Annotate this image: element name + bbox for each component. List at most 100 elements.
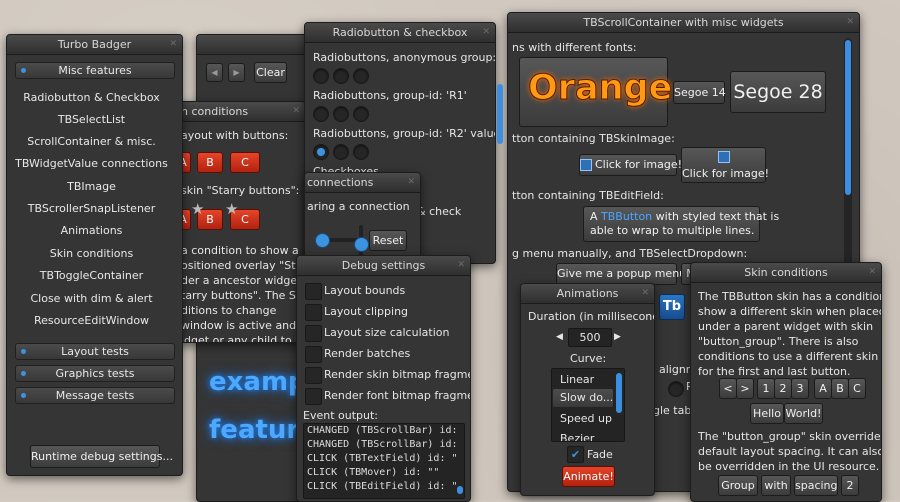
radio-r1-2[interactable]: [333, 106, 349, 122]
radio-anon-2[interactable]: [333, 68, 349, 84]
event-output-label: Event output:: [303, 409, 378, 422]
curve-list[interactable]: Linear Slow do... Speed up Bezier: [551, 368, 625, 442]
scroll-title-bar[interactable]: TBScrollContainer with misc widgets ✕: [508, 13, 859, 33]
spacing-button-group[interactable]: Group: [718, 475, 758, 496]
menu-item-close-dim[interactable]: Close with dim & alert: [7, 292, 176, 305]
button-b[interactable]: B: [197, 152, 223, 173]
radio-r2-3[interactable]: [353, 144, 369, 160]
back-button[interactable]: ◀: [206, 63, 223, 82]
back-icon: ◀: [211, 68, 218, 77]
slider-handle[interactable]: [315, 233, 330, 248]
menu-item-widgetvalue[interactable]: TBWidgetValue connections: [7, 157, 176, 170]
reset-button[interactable]: Reset: [369, 230, 407, 251]
close-icon[interactable]: ✕: [457, 256, 465, 275]
close-icon[interactable]: ✕: [641, 284, 649, 303]
duration-input[interactable]: 500: [568, 328, 612, 347]
event-output-log[interactable]: CHANGED (TBScrollBar) id: "", va CHANGED…: [303, 423, 465, 499]
turbo-title-bar[interactable]: Turbo Badger ✕: [7, 35, 182, 55]
debug-title-bar[interactable]: Debug settings ✕: [297, 256, 470, 276]
skin-desc-5: conditions to use a different skin: [698, 350, 879, 363]
event-scroll-thumb[interactable]: [457, 486, 463, 494]
spacing-button-with[interactable]: with: [761, 475, 791, 496]
animations-title-bar[interactable]: Animations ✕: [521, 284, 654, 304]
group-button-a[interactable]: A: [814, 378, 832, 399]
radio-r1-1[interactable]: [313, 106, 329, 122]
close-icon[interactable]: ✕: [169, 35, 177, 54]
click-image-button-1[interactable]: Click for image!: [579, 154, 682, 176]
event-scrollbar[interactable]: [456, 426, 464, 496]
section-message-tests[interactable]: Message tests: [15, 387, 175, 404]
menu-item-scrollcontainer[interactable]: ScrollContainer & misc.: [7, 135, 176, 148]
close-icon[interactable]: ✕: [482, 23, 490, 42]
clear-button[interactable]: Clear: [254, 62, 287, 83]
checkbox-layout-bounds[interactable]: [305, 283, 322, 300]
orange-font-button[interactable]: Orange: [519, 57, 673, 127]
close-icon[interactable]: ✕: [292, 102, 300, 121]
checkbox-font-fragments[interactable]: [305, 388, 322, 405]
button-c[interactable]: C: [230, 152, 260, 173]
decrement-icon[interactable]: ◀: [556, 332, 563, 342]
menu-item-radiobutton[interactable]: Radiobutton & Checkbox: [7, 91, 176, 104]
demo-scrollbar[interactable]: [496, 62, 504, 162]
increment-icon[interactable]: ▶: [614, 332, 621, 342]
skin-title-bar[interactable]: Skin conditions ✕: [691, 263, 881, 283]
tbbutton-link: TBButton: [601, 210, 653, 223]
menu-item-animations[interactable]: Animations: [7, 224, 176, 237]
group-button-c[interactable]: C: [848, 378, 866, 399]
vertical-slider-handle[interactable]: [354, 237, 369, 252]
curve-scrollbar[interactable]: [615, 371, 623, 439]
checkbox-render-batches[interactable]: [305, 346, 322, 363]
curve-item-speedup[interactable]: Speed up: [560, 412, 612, 425]
group-button-1[interactable]: 1: [757, 378, 775, 399]
radio-title-bar[interactable]: Radiobutton & checkbox ✕: [305, 23, 495, 43]
segoe14-button[interactable]: Segoe 14: [673, 81, 726, 104]
checkbox-layout-size[interactable]: [305, 325, 322, 342]
menu-item-toggle-container[interactable]: TBToggleContainer: [7, 269, 176, 282]
group-button-b[interactable]: B: [831, 378, 849, 399]
spacing-button-spacing[interactable]: spacing: [794, 475, 838, 496]
radio-r1-3[interactable]: [353, 106, 369, 122]
close-icon[interactable]: ✕: [407, 173, 415, 192]
section-graphics-tests[interactable]: Graphics tests: [15, 365, 175, 382]
demo-scroll-thumb[interactable]: [497, 84, 503, 144]
curve-scroll-thumb[interactable]: [616, 373, 622, 413]
menu-item-skin-conditions[interactable]: Skin conditions: [7, 247, 176, 260]
forward-button[interactable]: ▶: [228, 63, 245, 82]
section-misc-features[interactable]: Misc features: [15, 62, 175, 79]
popup-menu-button[interactable]: Give me a popup menu!: [556, 263, 691, 285]
menu-item-selectlist[interactable]: TBSelectList: [7, 113, 176, 126]
editfield-button[interactable]: A TBButton with styled text that is able…: [583, 206, 779, 242]
section-layout-tests[interactable]: Layout tests: [15, 343, 175, 360]
curve-item-bezier[interactable]: Bezier: [560, 432, 594, 441]
radio-anon-1[interactable]: [313, 68, 329, 84]
world-button[interactable]: World!: [784, 403, 823, 424]
radio-r2-1[interactable]: [313, 144, 329, 160]
segoe28-button[interactable]: Segoe 28: [730, 71, 826, 113]
conditions-title-bar[interactable]: n conditions ✕: [175, 102, 305, 122]
menu-item-image[interactable]: TBImage: [7, 180, 176, 193]
close-icon[interactable]: ✕: [868, 263, 876, 282]
curve-item-slowdown[interactable]: Slow do...: [553, 389, 613, 407]
group-button-3[interactable]: 3: [791, 378, 809, 399]
align-radio[interactable]: [668, 381, 684, 397]
group-button-prev[interactable]: <: [719, 378, 737, 399]
hello-button[interactable]: Hello: [750, 403, 784, 424]
connections-title-bar[interactable]: connections ✕: [305, 173, 420, 193]
group-button-2[interactable]: 2: [774, 378, 792, 399]
animate-button[interactable]: Animate!: [562, 466, 615, 487]
checkbox-layout-clipping[interactable]: [305, 304, 322, 321]
runtime-debug-button[interactable]: Runtime debug settings...: [30, 445, 173, 468]
fade-checkbox[interactable]: ✔: [567, 446, 584, 463]
click-image-button-2[interactable]: Click for image!: [681, 147, 769, 183]
group-button-next[interactable]: >: [736, 378, 754, 399]
spacing-button-2[interactable]: 2: [841, 475, 859, 496]
scroll-container-thumb[interactable]: [845, 40, 851, 195]
menu-item-snaplistener[interactable]: TBScrollerSnapListener: [7, 202, 176, 215]
curve-item-linear[interactable]: Linear: [560, 373, 594, 386]
radio-anon-3[interactable]: [353, 68, 369, 84]
close-icon[interactable]: ✕: [846, 13, 854, 32]
conditions-desc-5: ditions to change: [181, 304, 277, 317]
checkbox-skin-fragments[interactable]: [305, 367, 322, 384]
radio-r2-2[interactable]: [333, 144, 349, 160]
menu-item-resource-edit[interactable]: ResourceEditWindow: [7, 314, 176, 327]
